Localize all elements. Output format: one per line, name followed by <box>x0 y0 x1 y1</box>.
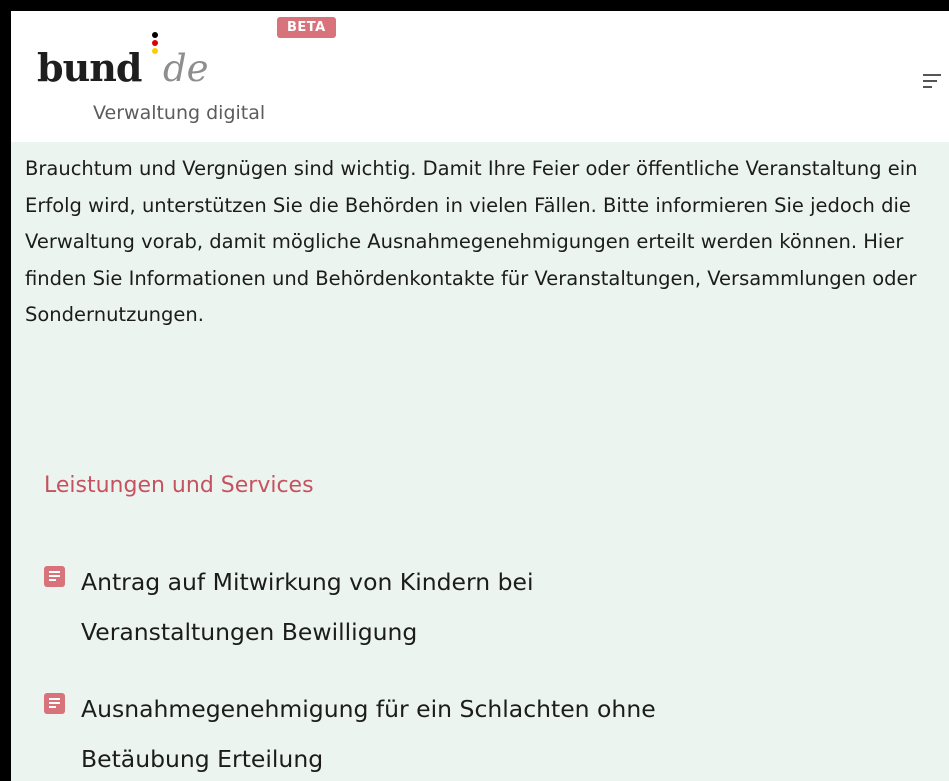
logo-suffix: de <box>163 47 209 90</box>
service-link-schlachten-ausnahmegenehmigung[interactable]: Ausnahmegenehmigung für ein Schlachten o… <box>44 684 684 781</box>
logo-subtitle: Verwaltung digital <box>93 102 266 124</box>
service-link-label: Ausnahmegenehmigung für ein Schlachten o… <box>81 695 656 773</box>
logo-flag-dots-icon <box>152 32 158 56</box>
document-icon <box>44 693 65 714</box>
page-frame: BETA bund de Verwaltung digital Brauchtu… <box>11 11 949 781</box>
logo-word: bund <box>37 45 142 90</box>
service-link-kinder-veranstaltungen[interactable]: Antrag auf Mitwirkung von Kindern bei Ve… <box>44 557 684 657</box>
site-header: BETA bund de Verwaltung digital <box>11 11 949 142</box>
hamburger-menu-icon[interactable] <box>923 74 941 88</box>
intro-text: Brauchtum und Vergnügen sind wichtig. Da… <box>25 157 918 326</box>
document-icon <box>44 566 65 587</box>
service-link-label: Antrag auf Mitwirkung von Kindern bei Ve… <box>81 568 534 646</box>
services-section-title: Leistungen und Services <box>44 473 314 498</box>
beta-badge: BETA <box>277 17 336 38</box>
